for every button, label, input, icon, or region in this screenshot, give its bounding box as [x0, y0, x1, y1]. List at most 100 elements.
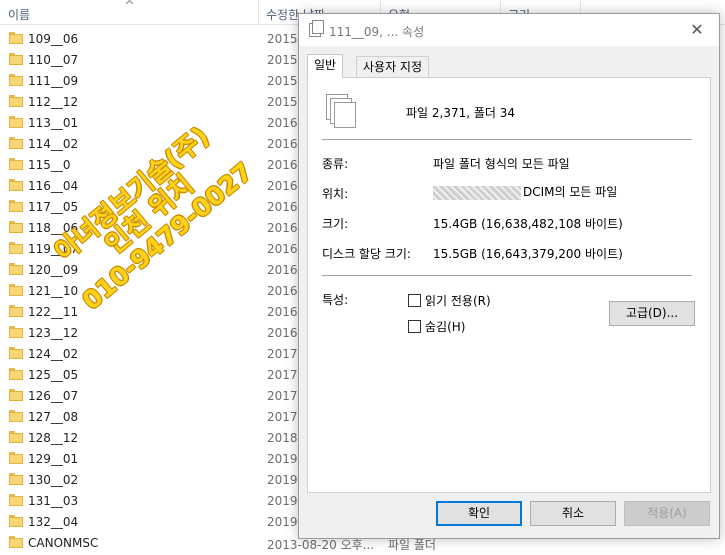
folder-icon	[9, 347, 23, 359]
file-name: 130__02	[28, 473, 79, 487]
hidden-label[interactable]: 숨김(H)	[425, 320, 465, 334]
file-date: 2016	[267, 221, 298, 235]
file-date: 2017	[267, 389, 298, 403]
file-name: 112__12	[28, 95, 79, 109]
file-date: 2016	[267, 158, 298, 172]
location-value: DCIM의 모든 파일	[523, 185, 618, 199]
file-name: 123__12	[28, 326, 79, 340]
files-icon	[309, 20, 324, 37]
tab-general[interactable]: 일반	[307, 54, 344, 78]
file-name: 119__07	[28, 242, 79, 256]
file-name: 124__02	[28, 347, 79, 361]
file-date: 2015	[267, 53, 298, 67]
general-panel: 파일 2,371, 폴더 34 종류: 파일 폴더 형식의 모든 파일 위치: …	[307, 77, 711, 493]
column-header-name[interactable]: 이름	[8, 6, 30, 23]
dialog-titlebar[interactable]: 111__09, ... 속성 ✕	[299, 14, 719, 46]
folder-icon	[9, 452, 23, 464]
folder-icon	[9, 515, 23, 527]
apply-button[interactable]: 적용(A)	[624, 501, 710, 526]
file-name: 111__09	[28, 74, 79, 88]
advanced-button[interactable]: 고급(D)...	[609, 301, 695, 326]
folder-icon	[9, 137, 23, 149]
sort-up-icon: ^	[124, 0, 135, 14]
attributes-label: 특성:	[322, 293, 349, 307]
file-name: 114__02	[28, 137, 79, 151]
file-name: 120__09	[28, 263, 79, 277]
folder-icon	[9, 116, 23, 128]
file-name: 132__04	[28, 515, 79, 529]
readonly-label[interactable]: 읽기 전용(R)	[425, 294, 491, 308]
folder-icon	[9, 95, 23, 107]
file-date: 2017	[267, 347, 298, 361]
divider	[322, 275, 692, 276]
file-name: 115__0	[28, 158, 71, 172]
file-name: 131__03	[28, 494, 79, 508]
readonly-checkbox[interactable]	[408, 294, 421, 307]
folder-icon	[9, 284, 23, 296]
folder-icon	[9, 473, 23, 485]
file-date: 2016	[267, 242, 298, 256]
file-date: 2016	[267, 200, 298, 214]
folder-icon	[9, 494, 23, 506]
file-name: 125__05	[28, 368, 79, 382]
file-date: 2017	[267, 410, 298, 424]
file-date: 2019	[267, 452, 298, 466]
close-button[interactable]: ✕	[675, 14, 719, 46]
file-name: 128__12	[28, 431, 79, 445]
column-divider[interactable]	[258, 0, 259, 24]
folder-icon	[9, 242, 23, 254]
folder-icon	[9, 431, 23, 443]
folder-icon	[9, 368, 23, 380]
file-name: 113__01	[28, 116, 79, 130]
hidden-checkbox[interactable]	[408, 320, 421, 333]
file-name: 116__04	[28, 179, 79, 193]
file-date: 2018	[267, 431, 298, 445]
type-value: 파일 폴더 형식의 모든 파일	[433, 157, 570, 171]
tab-customize[interactable]: 사용자 지정	[356, 56, 430, 77]
size-label: 크기:	[322, 217, 349, 231]
hidden-option[interactable]: 숨김(H)	[408, 318, 465, 335]
file-date: 2019	[267, 515, 298, 529]
folder-icon	[9, 305, 23, 317]
folder-icon	[9, 74, 23, 86]
file-date: 2016	[267, 137, 298, 151]
folder-icon	[9, 158, 23, 170]
file-date: 2016	[267, 263, 298, 277]
folder-icon	[9, 53, 23, 65]
file-date: 2016	[267, 116, 298, 130]
size-value: 15.4GB (16,638,482,108 바이트)	[433, 217, 623, 231]
folder-icon	[9, 32, 23, 44]
folder-icon	[9, 179, 23, 191]
folder-icon	[9, 536, 23, 548]
location-label: 위치:	[322, 187, 349, 201]
file-date: 2015	[267, 74, 298, 88]
type-label: 종류:	[322, 157, 349, 171]
folder-icon	[9, 221, 23, 233]
file-name: 110__07	[28, 53, 79, 67]
location-value-wrap: DCIM의 모든 파일	[433, 183, 617, 200]
summary-count: 파일 2,371, 폴더 34	[406, 106, 516, 120]
file-name: 127__08	[28, 410, 79, 424]
file-name: 117__05	[28, 200, 79, 214]
disk-size-label: 디스크 할당 크기:	[322, 247, 411, 261]
folder-icon	[9, 200, 23, 212]
file-name: 118__06	[28, 221, 79, 235]
file-name: 109__06	[28, 32, 79, 46]
file-name: 126__07	[28, 389, 79, 403]
file-date: 2017	[267, 368, 298, 382]
dialog-title: 111__09, ... 속성	[329, 25, 425, 39]
folder-icon	[9, 263, 23, 275]
file-date: 2019	[267, 494, 298, 508]
blurred-path	[433, 185, 521, 200]
divider	[322, 139, 692, 140]
ok-button[interactable]: 확인	[436, 501, 522, 526]
disk-size-value: 15.5GB (16,643,379,200 바이트)	[433, 247, 623, 261]
file-name: 122__11	[28, 305, 79, 319]
file-name: CANONMSC	[28, 536, 99, 550]
folder-icon	[9, 410, 23, 422]
properties-dialog: 111__09, ... 속성 ✕ 일반 사용자 지정 파일 2,371, 폴더…	[298, 13, 720, 539]
folder-icon	[9, 389, 23, 401]
file-date: 2015	[267, 95, 298, 109]
cancel-button[interactable]: 취소	[530, 501, 616, 526]
readonly-option[interactable]: 읽기 전용(R)	[408, 292, 491, 309]
